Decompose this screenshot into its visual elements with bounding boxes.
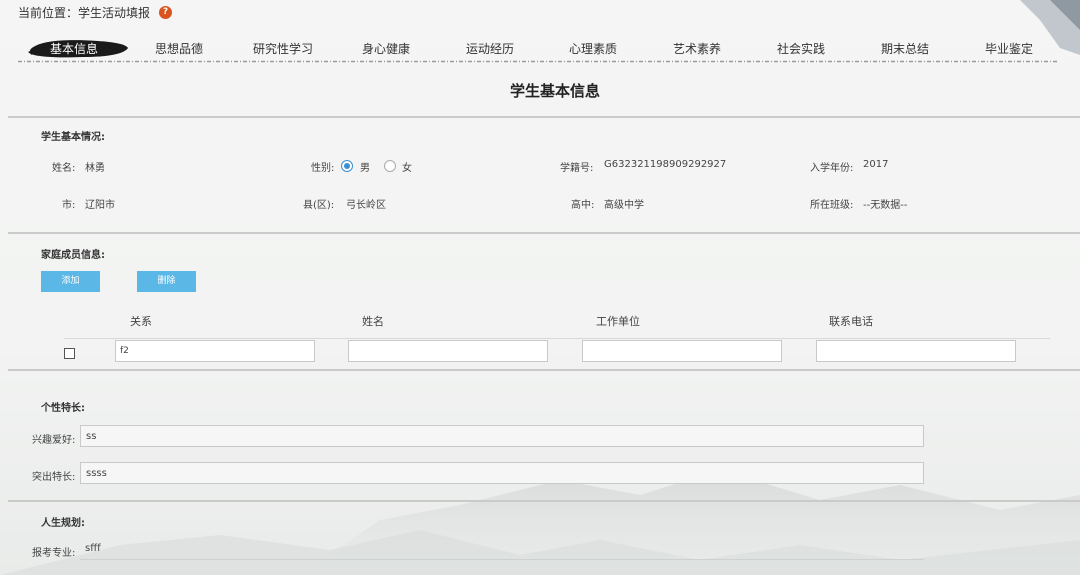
student-no-value: G632321198909292927 (604, 159, 727, 170)
gender-male-label: 男 (360, 163, 370, 174)
tab-label: 运动经历 (466, 42, 515, 56)
tab-label: 社会实践 (777, 42, 826, 56)
breadcrumb: 当前位置： 学生活动填报 ? (18, 4, 173, 21)
section-divider (8, 232, 1080, 234)
breadcrumb-prefix: 当前位置： (18, 6, 79, 20)
tab-label: 期末总结 (881, 42, 930, 56)
county-value: 弓长岭区 (346, 200, 386, 211)
enroll-year-label: 入学年份: (810, 163, 854, 174)
name-label: 姓名: (52, 163, 76, 174)
column-header-name: 姓名 (362, 315, 384, 328)
tab-label: 基本信息 (50, 42, 99, 56)
life-plan-section-label: 人生规划: (41, 518, 85, 529)
talent-label: 突出特长: (32, 472, 76, 483)
tab-sports[interactable]: 运动经历 (466, 40, 514, 57)
tab-moral[interactable]: 思想品德 (155, 40, 203, 57)
tab-arts[interactable]: 艺术素养 (673, 40, 721, 57)
breadcrumb-current: 学生活动填报 (78, 6, 151, 20)
tab-label: 毕业鉴定 (985, 42, 1034, 56)
help-icon[interactable]: ? (159, 6, 173, 19)
section-divider (8, 369, 1080, 371)
phone-input[interactable] (816, 340, 1016, 362)
gender-label: 性别: (311, 163, 335, 174)
gender-female-radio[interactable] (384, 160, 396, 172)
delete-member-button[interactable]: 删除 (137, 271, 196, 292)
column-header-work: 工作单位 (596, 315, 640, 328)
school-label: 高中: (571, 200, 595, 211)
tab-label: 心理素质 (569, 42, 618, 56)
relation-input[interactable] (115, 340, 315, 362)
tab-label: 研究性学习 (253, 42, 314, 56)
tab-term-summary[interactable]: 期末总结 (881, 40, 929, 57)
family-section-label: 家庭成员信息: (41, 250, 105, 261)
county-label: 县(区): (303, 200, 335, 211)
tab-label: 思想品德 (155, 42, 204, 56)
school-value: 高级中学 (604, 200, 644, 211)
name-value: 林勇 (85, 163, 105, 174)
tab-health[interactable]: 身心健康 (362, 40, 410, 57)
tab-underline-decoration (18, 60, 1058, 63)
member-name-input[interactable] (348, 340, 548, 362)
tab-bar: 基本信息 思想品德 研究性学习 身心健康 运动经历 心理素质 艺术素养 社会实践… (22, 40, 1062, 60)
tab-graduation[interactable]: 毕业鉴定 (985, 40, 1033, 57)
add-member-button[interactable]: 添加 (41, 271, 100, 292)
city-label: 市: (62, 200, 76, 211)
tab-label: 身心健康 (362, 42, 411, 56)
column-header-phone: 联系电话 (829, 315, 873, 328)
major-input[interactable] (80, 538, 924, 560)
page-title: 学生基本信息 (509, 82, 600, 100)
hobby-label: 兴趣爱好: (32, 435, 76, 446)
gender-female-label: 女 (402, 163, 412, 174)
basic-section-label: 学生基本情况: (41, 132, 105, 143)
tab-research[interactable]: 研究性学习 (253, 40, 313, 57)
enroll-year-value: 2017 (863, 159, 889, 170)
student-no-label: 学籍号: (560, 163, 594, 174)
section-divider (8, 500, 1080, 502)
gender-male-radio[interactable] (341, 160, 353, 172)
class-label: 所在班级: (810, 200, 854, 211)
section-divider (8, 116, 1080, 118)
personality-section-label: 个性特长: (41, 403, 85, 414)
row-select-checkbox[interactable] (64, 348, 75, 359)
tab-basic-info[interactable]: 基本信息 (28, 40, 128, 58)
major-label: 报考专业: (32, 548, 76, 559)
table-header-divider (64, 338, 1050, 339)
city-value: 辽阳市 (85, 200, 115, 211)
work-unit-input[interactable] (582, 340, 782, 362)
tab-label: 艺术素养 (673, 42, 722, 56)
talent-input[interactable] (80, 462, 924, 484)
class-value: --无数据-- (863, 200, 908, 211)
hobby-input[interactable] (80, 425, 924, 447)
tab-social-practice[interactable]: 社会实践 (777, 40, 825, 57)
column-header-relation: 关系 (130, 315, 152, 328)
tab-psychology[interactable]: 心理素质 (569, 40, 617, 57)
